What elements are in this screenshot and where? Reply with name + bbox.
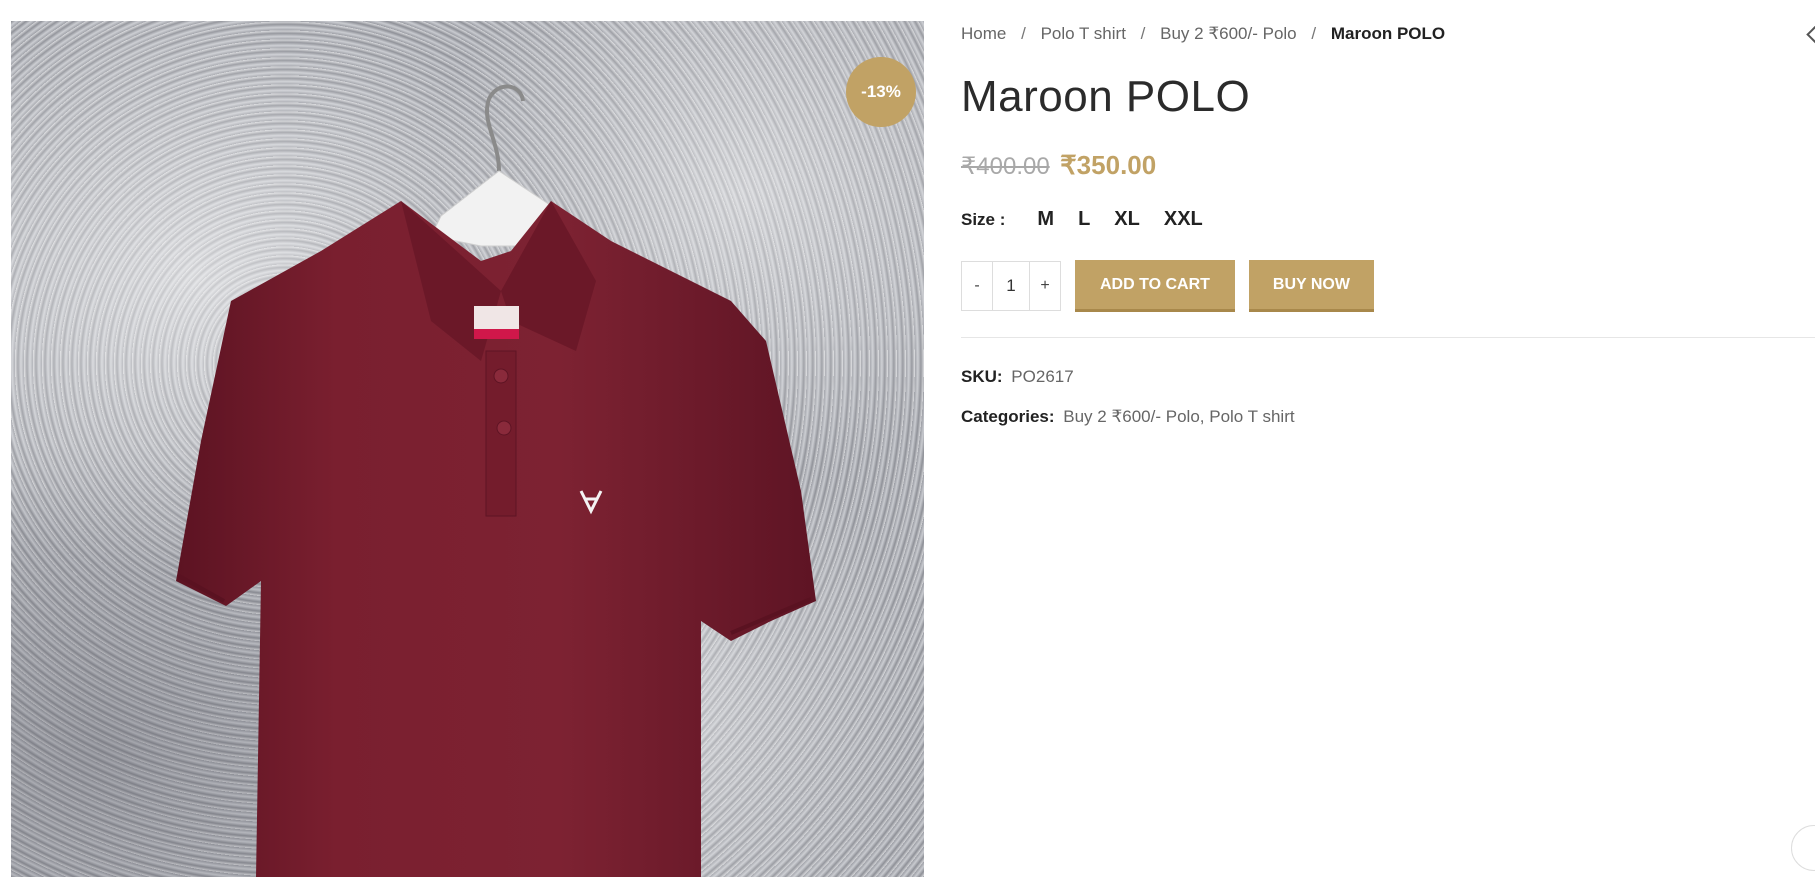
breadcrumb-current: Maroon POLO	[1330, 24, 1446, 43]
size-selector: Size : M L XL XXL	[961, 208, 1215, 231]
polo-shirt-illustration	[176, 84, 816, 877]
category-link-polo-t-shirt[interactable]: Polo T shirt	[1209, 407, 1294, 426]
quantity-stepper: - +	[961, 261, 1061, 311]
quantity-increase-button[interactable]: +	[1030, 262, 1060, 310]
breadcrumb-polo-t-shirt[interactable]: Polo T shirt	[1041, 24, 1126, 43]
product-image[interactable]: -13%	[11, 21, 924, 877]
sku-value: PO2617	[1011, 367, 1074, 386]
breadcrumb-buy-2-polo[interactable]: Buy 2 ₹600/- Polo	[1160, 24, 1297, 43]
size-option-xl[interactable]: XL	[1102, 208, 1152, 231]
quantity-input[interactable]	[992, 262, 1030, 310]
breadcrumb: Home / Polo T shirt / Buy 2 ₹600/- Polo …	[961, 24, 1445, 44]
buy-now-button[interactable]: BUY NOW	[1248, 260, 1374, 312]
breadcrumb-separator: /	[1021, 24, 1026, 43]
product-page: -13% Home / Polo T shirt / Buy 2 ₹600/- …	[0, 0, 1815, 877]
quantity-decrease-button[interactable]: -	[962, 262, 992, 310]
product-sku: SKU: PO2617	[961, 367, 1074, 387]
neck-label-tag	[474, 329, 519, 339]
divider	[961, 337, 1815, 338]
back-arrow-icon[interactable]	[1803, 24, 1815, 44]
category-link-buy-2-polo[interactable]: Buy 2 ₹600/- Polo	[1063, 407, 1200, 426]
size-option-m[interactable]: M	[1025, 208, 1066, 231]
button-1	[493, 368, 509, 384]
product-categories: Categories: Buy 2 ₹600/- Polo, Polo T sh…	[961, 407, 1295, 427]
categories-label: Categories:	[961, 407, 1055, 426]
sale-price: ₹350.00	[1060, 150, 1157, 180]
product-title: Maroon POLO	[961, 72, 1251, 121]
breadcrumb-home[interactable]: Home	[961, 24, 1006, 43]
sale-badge: -13%	[846, 57, 916, 127]
size-label: Size :	[961, 209, 1006, 229]
size-option-l[interactable]: L	[1066, 208, 1102, 231]
size-option-xxl[interactable]: XXL	[1152, 208, 1215, 231]
product-price: ₹400.00 ₹350.00	[961, 150, 1156, 181]
category-separator: ,	[1199, 407, 1210, 426]
add-to-cart-button[interactable]: ADD TO CART	[1075, 260, 1235, 312]
regular-price: ₹400.00	[961, 153, 1050, 180]
add-to-cart-form: - + ADD TO CART BUY NOW	[961, 260, 1374, 312]
button-2	[496, 420, 512, 436]
sku-label: SKU:	[961, 367, 1003, 386]
breadcrumb-separator: /	[1140, 24, 1146, 43]
floating-action-button[interactable]	[1791, 825, 1815, 871]
product-summary: Home / Polo T shirt / Buy 2 ₹600/- Polo …	[961, 0, 1815, 877]
breadcrumb-separator: /	[1311, 24, 1317, 43]
hanger-hook	[485, 84, 525, 172]
